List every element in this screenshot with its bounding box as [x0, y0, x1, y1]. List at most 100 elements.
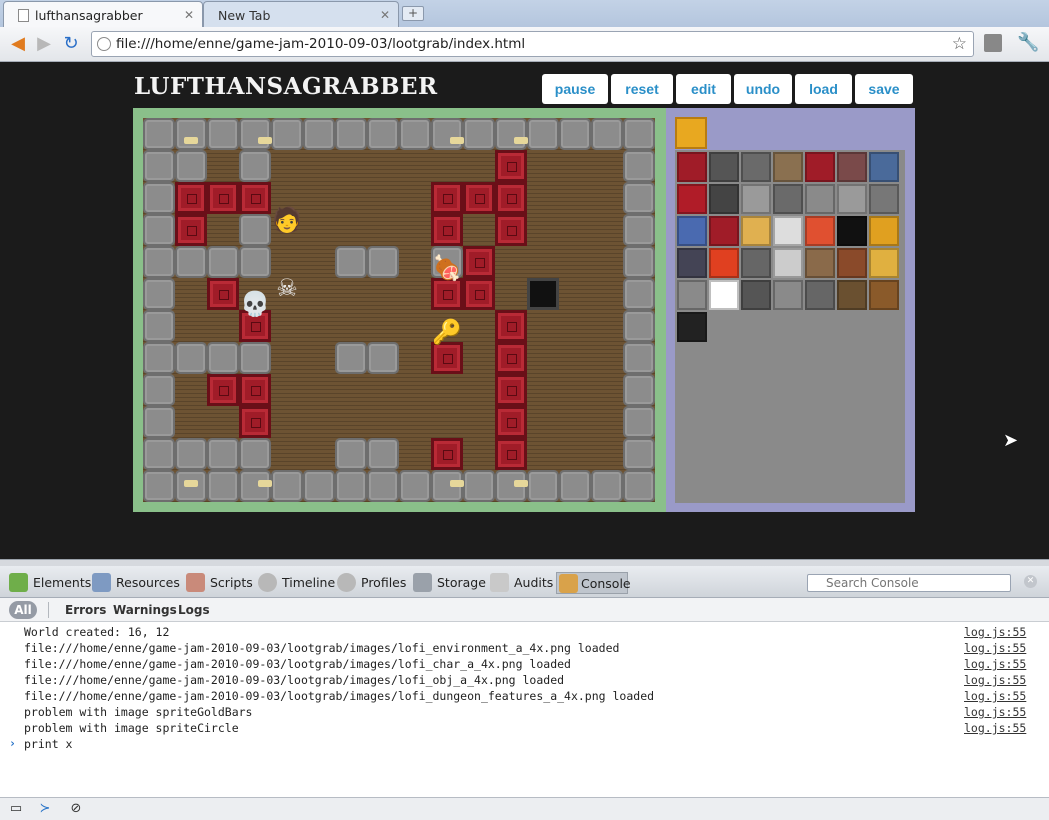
- crate-tile: [239, 374, 271, 406]
- palette-tile[interactable]: [837, 280, 867, 310]
- panel-console[interactable]: Console: [556, 572, 631, 594]
- log-source-link[interactable]: log.js:55: [964, 656, 1026, 672]
- palette-tile[interactable]: [805, 216, 835, 246]
- undo-button[interactable]: undo: [734, 74, 792, 104]
- palette-tile[interactable]: [869, 248, 899, 278]
- palette-tile[interactable]: [741, 184, 771, 214]
- log-message: file:///home/enne/game-jam-2010-09-03/lo…: [24, 689, 655, 703]
- palette-tile[interactable]: [677, 152, 707, 182]
- wrench-icon[interactable]: 🔧: [1017, 32, 1039, 53]
- panel-profiles[interactable]: Profiles: [337, 572, 406, 594]
- palette-tile[interactable]: [869, 216, 899, 246]
- palette-tile[interactable]: [869, 184, 899, 214]
- url-input[interactable]: [116, 32, 936, 56]
- palette-tile[interactable]: [773, 248, 803, 278]
- log-source-link[interactable]: log.js:55: [964, 704, 1026, 720]
- palette-tile[interactable]: [805, 248, 835, 278]
- log-source-link[interactable]: log.js:55: [964, 624, 1026, 640]
- palette-tile[interactable]: [709, 184, 739, 214]
- palette-tile[interactable]: [773, 280, 803, 310]
- palette-tile[interactable]: [741, 280, 771, 310]
- back-icon[interactable]: ◀: [7, 33, 29, 55]
- reload-icon[interactable]: ↻: [60, 33, 82, 55]
- panel-storage[interactable]: Storage: [413, 572, 486, 594]
- selected-tile-icon[interactable]: [675, 117, 707, 149]
- pause-button[interactable]: pause: [542, 74, 608, 104]
- palette-tile[interactable]: [773, 216, 803, 246]
- palette-tile[interactable]: [677, 248, 707, 278]
- palette-tile[interactable]: [741, 216, 771, 246]
- tab-close-icon[interactable]: ✕: [380, 8, 390, 22]
- palette-tile[interactable]: [741, 248, 771, 278]
- tab-lufthansagrabber[interactable]: lufthansagrabber ✕: [3, 1, 203, 27]
- palette-tile[interactable]: [805, 280, 835, 310]
- stone-wall-tile: [623, 118, 655, 150]
- palette-tile[interactable]: [837, 184, 867, 214]
- stone-wall-tile: [175, 246, 207, 278]
- panel-timeline[interactable]: Timeline: [258, 572, 335, 594]
- palette-tile[interactable]: [709, 216, 739, 246]
- palette-tile[interactable]: [837, 248, 867, 278]
- tile-palette[interactable]: [675, 150, 905, 503]
- tab-new-tab[interactable]: New Tab ✕: [203, 1, 399, 27]
- star-icon[interactable]: ☆: [952, 34, 967, 54]
- log-source-link[interactable]: log.js:55: [964, 720, 1026, 736]
- search-console-input[interactable]: [807, 574, 1011, 592]
- address-bar[interactable]: ☆: [91, 31, 974, 57]
- torch-icon: [449, 137, 464, 145]
- console-output[interactable]: World created: 16, 12 log.js:55 file:///…: [0, 622, 1049, 797]
- storage-icon: [413, 573, 432, 592]
- palette-tile[interactable]: [869, 280, 899, 310]
- meat-icon: 🍖: [432, 254, 462, 283]
- palette-tile[interactable]: [773, 184, 803, 214]
- palette-tile[interactable]: [773, 152, 803, 182]
- filter-logs[interactable]: Logs: [178, 601, 210, 619]
- reset-button[interactable]: reset: [611, 74, 673, 104]
- palette-tile[interactable]: [805, 184, 835, 214]
- palette-tile[interactable]: [677, 280, 707, 310]
- palette-tile[interactable]: [709, 152, 739, 182]
- palette-tile[interactable]: [709, 248, 739, 278]
- panel-scripts[interactable]: Scripts: [186, 572, 253, 594]
- crate-tile: [495, 310, 527, 342]
- panel-label: Audits: [514, 575, 554, 590]
- palette-tile[interactable]: [677, 216, 707, 246]
- panel-resources[interactable]: Resources: [92, 572, 180, 594]
- palette-tile[interactable]: [709, 280, 739, 310]
- game-world-canvas[interactable]: 🧑 ☠ 💀 🍖 🔑: [143, 118, 655, 502]
- stone-wall-tile: [623, 278, 655, 310]
- stone-wall-tile: [335, 342, 367, 374]
- stone-wall-tile: [591, 470, 623, 502]
- close-icon[interactable]: ✕: [1024, 575, 1037, 588]
- devtools-splitter[interactable]: [0, 559, 1049, 566]
- log-source-link[interactable]: log.js:55: [964, 688, 1026, 704]
- save-button[interactable]: save: [855, 74, 913, 104]
- clear-console-icon[interactable]: ⊘: [66, 800, 86, 818]
- edit-button[interactable]: edit: [676, 74, 731, 104]
- tab-close-icon[interactable]: ✕: [184, 8, 194, 22]
- log-source-link[interactable]: log.js:55: [964, 640, 1026, 656]
- game-title: LUFTHANSAGRABBER: [134, 73, 438, 100]
- panel-label: Profiles: [361, 575, 407, 590]
- console-toggle-icon[interactable]: ≻: [35, 800, 55, 818]
- filter-errors[interactable]: Errors: [65, 601, 106, 619]
- dock-icon[interactable]: ▭: [6, 800, 26, 818]
- log-source-link[interactable]: log.js:55: [964, 672, 1026, 688]
- palette-tile[interactable]: [741, 152, 771, 182]
- new-tab-button[interactable]: +: [402, 6, 424, 21]
- palette-tile[interactable]: [677, 312, 707, 342]
- torch-icon: [184, 137, 198, 145]
- filter-all[interactable]: All: [9, 601, 37, 619]
- load-button[interactable]: load: [795, 74, 852, 104]
- palette-tile[interactable]: [837, 152, 867, 182]
- filter-warnings[interactable]: Warnings: [113, 601, 177, 619]
- forward-icon[interactable]: ▶: [33, 33, 55, 55]
- console-prompt-input[interactable]: [24, 736, 924, 752]
- palette-tile[interactable]: [805, 152, 835, 182]
- palette-tile[interactable]: [837, 216, 867, 246]
- palette-tile[interactable]: [869, 152, 899, 182]
- page-action-icon[interactable]: [984, 34, 1002, 52]
- panel-audits[interactable]: Audits: [490, 572, 553, 594]
- palette-tile[interactable]: [677, 184, 707, 214]
- panel-elements[interactable]: Elements: [9, 572, 91, 594]
